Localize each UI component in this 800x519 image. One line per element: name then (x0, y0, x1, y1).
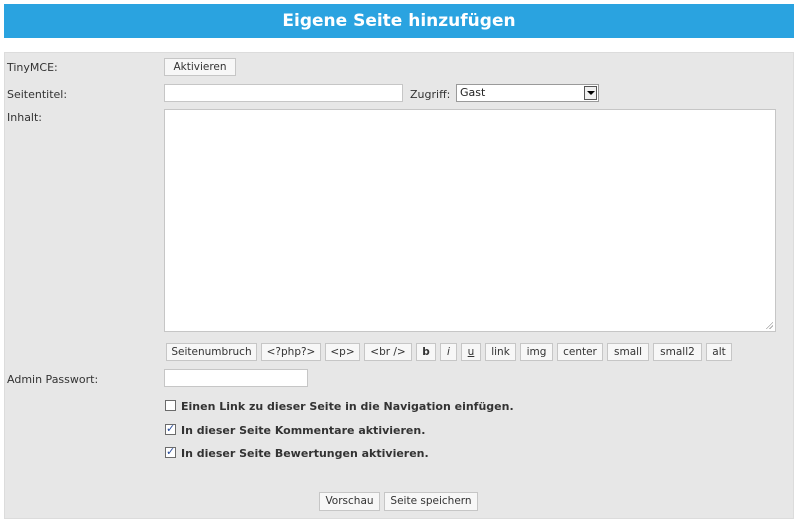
tinymce-activate-button[interactable]: Aktivieren (164, 58, 236, 76)
resize-grip-icon[interactable] (765, 321, 773, 329)
save-button[interactable]: Seite speichern (384, 492, 478, 511)
toolbar-button-italic[interactable]: i (440, 343, 457, 361)
toolbar-button-php[interactable]: <?php?> (261, 343, 321, 361)
ratings-checkbox[interactable] (165, 445, 176, 458)
tinymce-label: TinyMCE: (7, 61, 58, 74)
toolbar-button-center[interactable]: center (557, 343, 603, 361)
toolbar-button-paragraph[interactable]: <p> (325, 343, 360, 361)
toolbar-button-small2[interactable]: small2 (653, 343, 702, 361)
toolbar-button-pagebreak[interactable]: Seitenumbruch (166, 343, 257, 361)
access-select[interactable]: Gast (456, 84, 599, 102)
toolbar-button-small[interactable]: small (607, 343, 649, 361)
page-header: Eigene Seite hinzufügen (4, 4, 794, 38)
toolbar-button-bold[interactable]: b (416, 343, 436, 361)
comments-checkbox[interactable] (165, 422, 176, 435)
chevron-down-icon[interactable] (584, 86, 597, 100)
content-textarea[interactable] (164, 109, 776, 332)
toolbar-button-img[interactable]: img (520, 343, 553, 361)
comments-label: In dieser Seite Kommentare aktivieren. (181, 424, 426, 437)
navigation-link-label: Einen Link zu dieser Seite in die Naviga… (181, 400, 514, 413)
toolbar-button-link[interactable]: link (485, 343, 516, 361)
toolbar-button-alt[interactable]: alt (706, 343, 732, 361)
admin-password-input[interactable] (164, 369, 308, 387)
page-title-input[interactable] (164, 84, 403, 102)
admin-password-label: Admin Passwort: (7, 373, 99, 386)
content-label: Inhalt: (7, 111, 43, 124)
ratings-label: In dieser Seite Bewertungen aktivieren. (181, 447, 429, 460)
access-label: Zugriff: (410, 88, 451, 101)
toolbar-button-linebreak[interactable]: <br /> (364, 343, 412, 361)
page-title: Eigene Seite hinzufügen (282, 11, 516, 31)
preview-button[interactable]: Vorschau (319, 492, 380, 511)
toolbar-button-underline[interactable]: u (461, 343, 481, 361)
access-selected-value: Gast (460, 86, 486, 99)
page-title-label: Seitentitel: (7, 88, 68, 101)
navigation-link-checkbox[interactable] (165, 400, 176, 411)
